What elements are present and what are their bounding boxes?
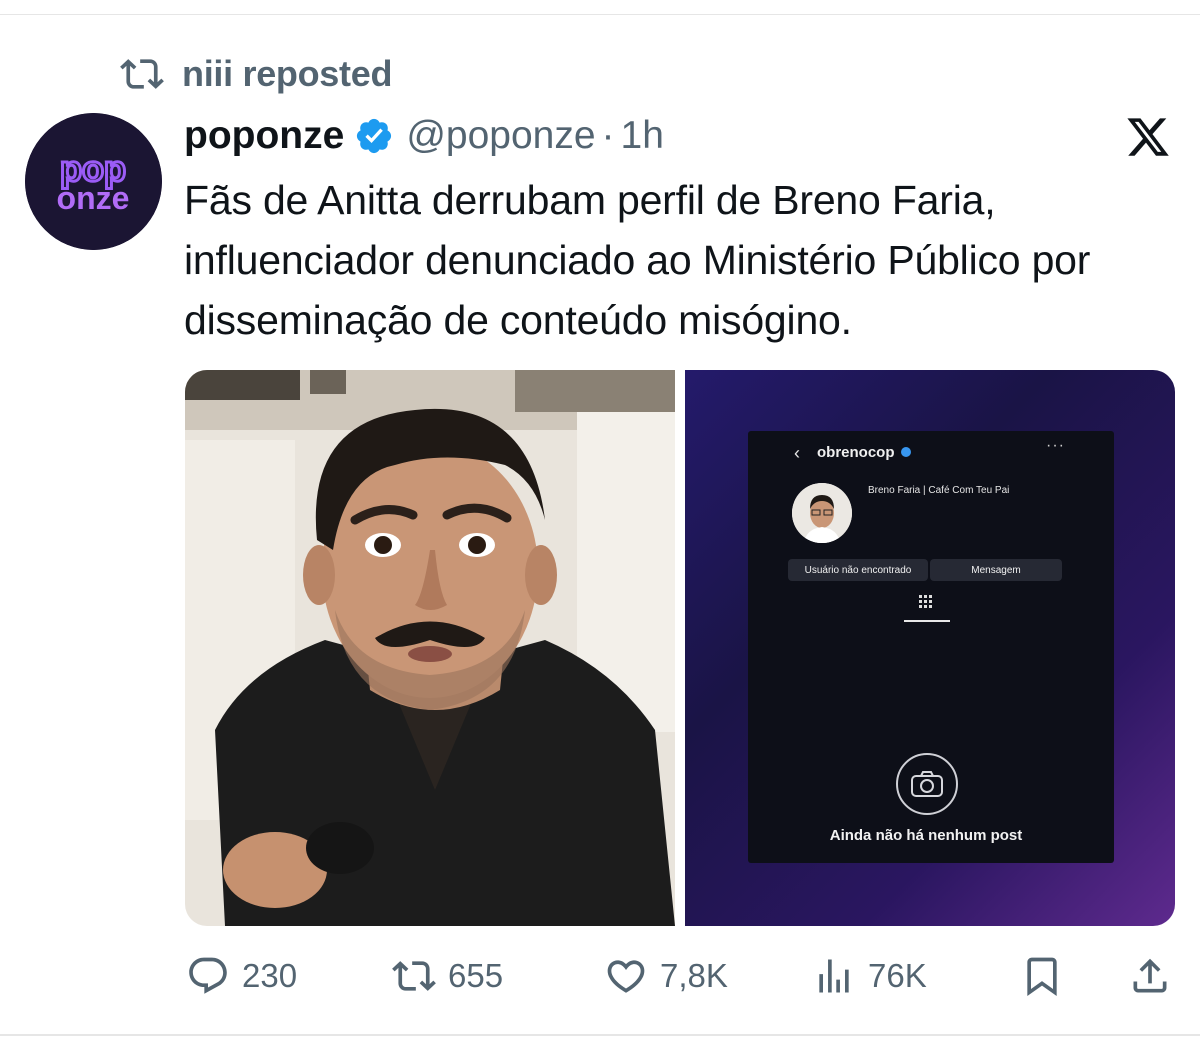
profile-verified-icon	[901, 447, 911, 457]
tweet-timestamp[interactable]: 1h	[621, 114, 664, 158]
tweet-header: poponze @poponze · 1h	[184, 110, 664, 162]
reply-icon	[189, 957, 227, 994]
message-button: Mensagem	[930, 559, 1062, 581]
repost-icon	[120, 59, 164, 89]
views-chart-icon	[819, 959, 849, 993]
share-icon	[1133, 958, 1167, 993]
verified-badge-icon[interactable]	[354, 116, 394, 156]
repost-button[interactable]: 655	[392, 950, 503, 1002]
top-divider	[0, 14, 1200, 15]
reply-button[interactable]: 230	[186, 950, 297, 1002]
grid-tab-indicator	[904, 620, 950, 622]
avatar-logo-bottom: onze	[57, 180, 130, 216]
views-count: 76K	[868, 957, 927, 994]
author-handle[interactable]: @poponze	[406, 114, 595, 158]
profile-avatar	[792, 483, 852, 543]
x-logo-icon	[1127, 118, 1169, 156]
tweet-text: Fãs de Anitta derrubam perfil de Breno F…	[184, 177, 1091, 343]
camera-icon	[896, 753, 958, 815]
back-chevron-icon: ‹	[794, 443, 800, 463]
media-screenshot-profile[interactable]: ‹ obrenocop ··· Breno Faria | Café Com T…	[685, 370, 1175, 926]
bookmark-button[interactable]	[1020, 950, 1064, 1002]
repost-icon	[392, 961, 436, 991]
repost-count: 655	[448, 957, 504, 994]
heart-icon	[607, 960, 645, 993]
bottom-divider	[0, 1034, 1200, 1036]
profile-handle: obrenocop	[817, 444, 895, 461]
reply-count: 230	[242, 957, 298, 994]
author-avatar[interactable]: pop onze	[25, 113, 162, 250]
media-photo-person[interactable]	[185, 370, 675, 926]
repost-label: niii reposted	[182, 53, 393, 94]
tweet-media[interactable]: ‹ obrenocop ··· Breno Faria | Café Com T…	[185, 370, 1175, 926]
bookmark-icon	[1027, 957, 1057, 997]
author-display-name[interactable]: poponze	[184, 114, 344, 158]
share-button[interactable]	[1128, 950, 1172, 1002]
grid-icon	[919, 595, 932, 608]
user-not-found-button: Usuário não encontrado	[788, 559, 928, 581]
repost-context[interactable]: niii reposted	[120, 52, 392, 96]
like-button[interactable]: 7,8K	[604, 950, 728, 1002]
tweet-actions: 230 655 7,8K 76K	[0, 950, 1200, 1002]
profile-name: Breno Faria | Café Com Teu Pai	[868, 485, 1010, 496]
separator-dot: ·	[601, 114, 615, 157]
views-button[interactable]: 76K	[812, 950, 927, 1002]
more-options-icon: ···	[1046, 437, 1065, 454]
like-count: 7,8K	[660, 957, 728, 994]
empty-posts-message: Ainda não há nenhum post	[829, 827, 1023, 844]
instagram-profile-screen: ‹ obrenocop ··· Breno Faria | Café Com T…	[748, 431, 1114, 863]
